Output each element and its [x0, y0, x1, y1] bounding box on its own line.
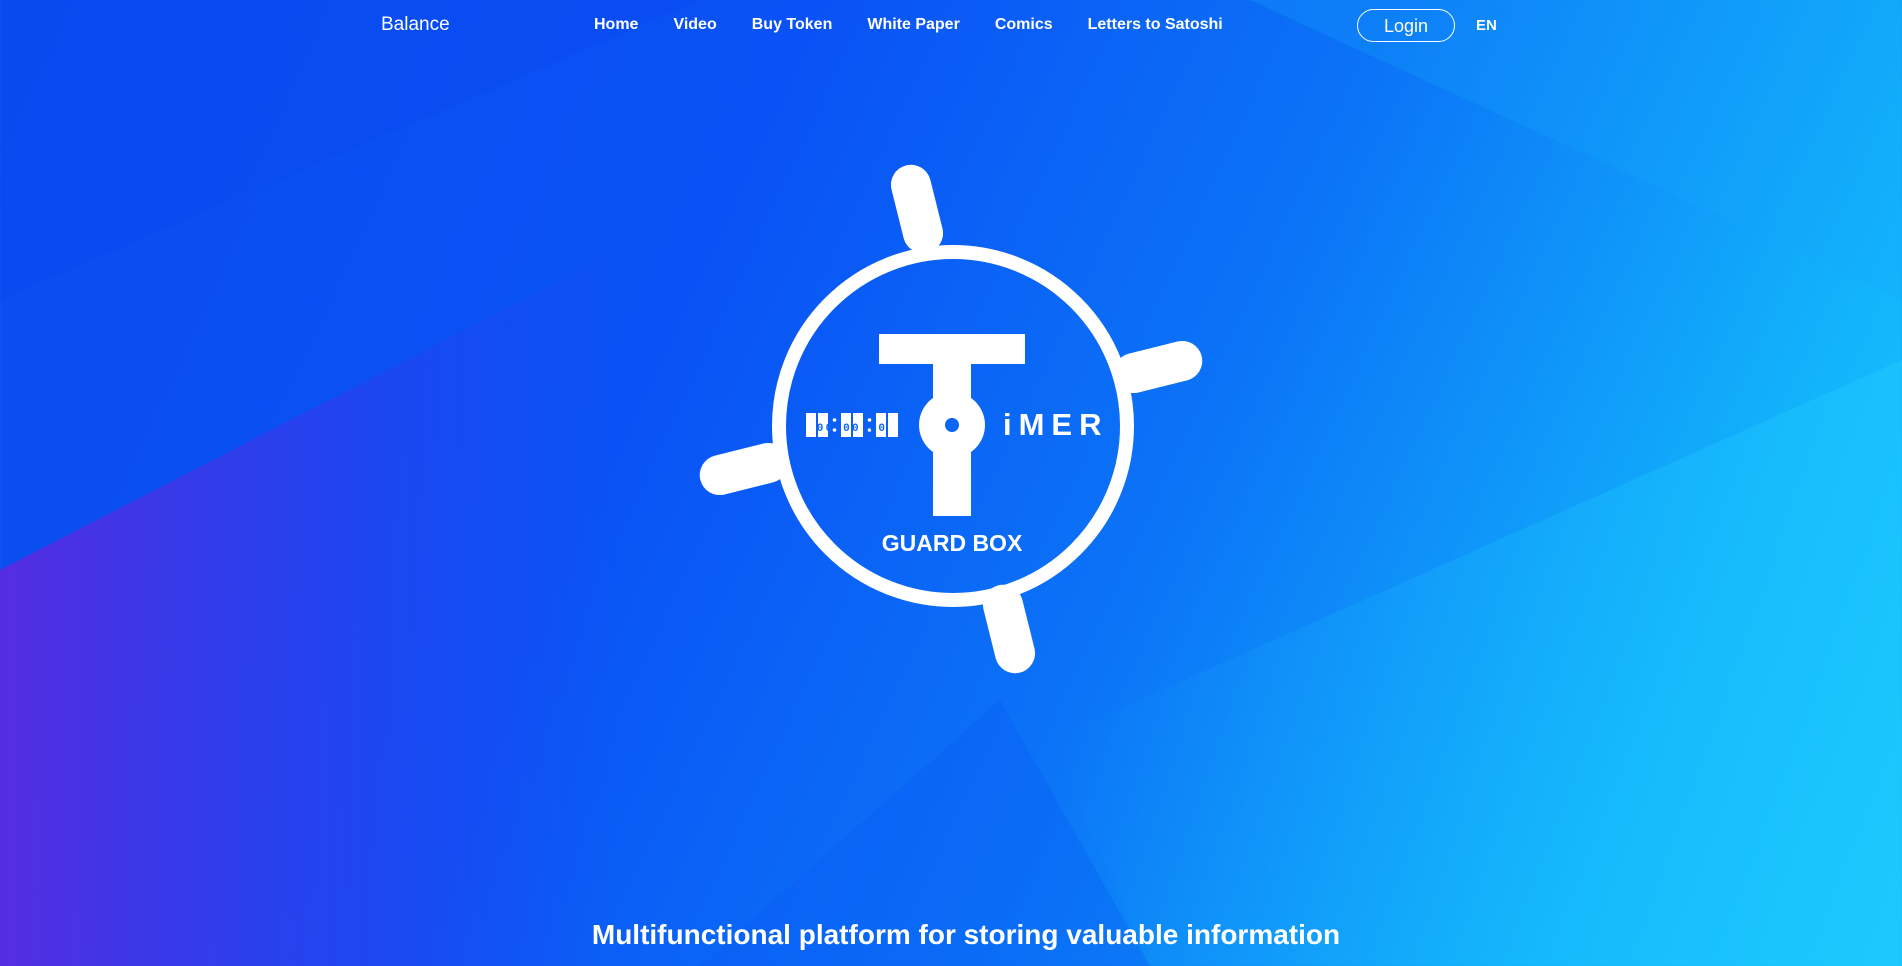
nav-white-paper[interactable]: White Paper	[867, 16, 959, 34]
timer-guard-box-logo: 00:00:00 iMER GUARD BOX	[690, 160, 1210, 680]
nav-home[interactable]: Home	[594, 16, 638, 34]
nav-video[interactable]: Video	[673, 16, 716, 34]
main-nav: Home Video Buy Token White Paper Comics …	[594, 16, 1223, 34]
imer-text: iMER	[1003, 407, 1109, 442]
nav-buy-token[interactable]: Buy Token	[752, 16, 833, 34]
guard-box-subtitle: GUARD BOX	[882, 530, 1023, 556]
lock-dot-icon	[945, 418, 959, 432]
nav-letters-to-satoshi[interactable]: Letters to Satoshi	[1088, 16, 1223, 34]
timer-digits: 00:00:00	[817, 423, 887, 435]
brand-link[interactable]: Balance	[381, 14, 450, 36]
login-button[interactable]: Login	[1357, 9, 1455, 42]
nav-comics[interactable]: Comics	[995, 16, 1053, 34]
language-selector[interactable]: EN	[1476, 17, 1497, 34]
hero-tagline: Multifunctional platform for storing val…	[591, 918, 1341, 950]
site-header: Balance Home Video Buy Token White Paper…	[0, 0, 1902, 52]
